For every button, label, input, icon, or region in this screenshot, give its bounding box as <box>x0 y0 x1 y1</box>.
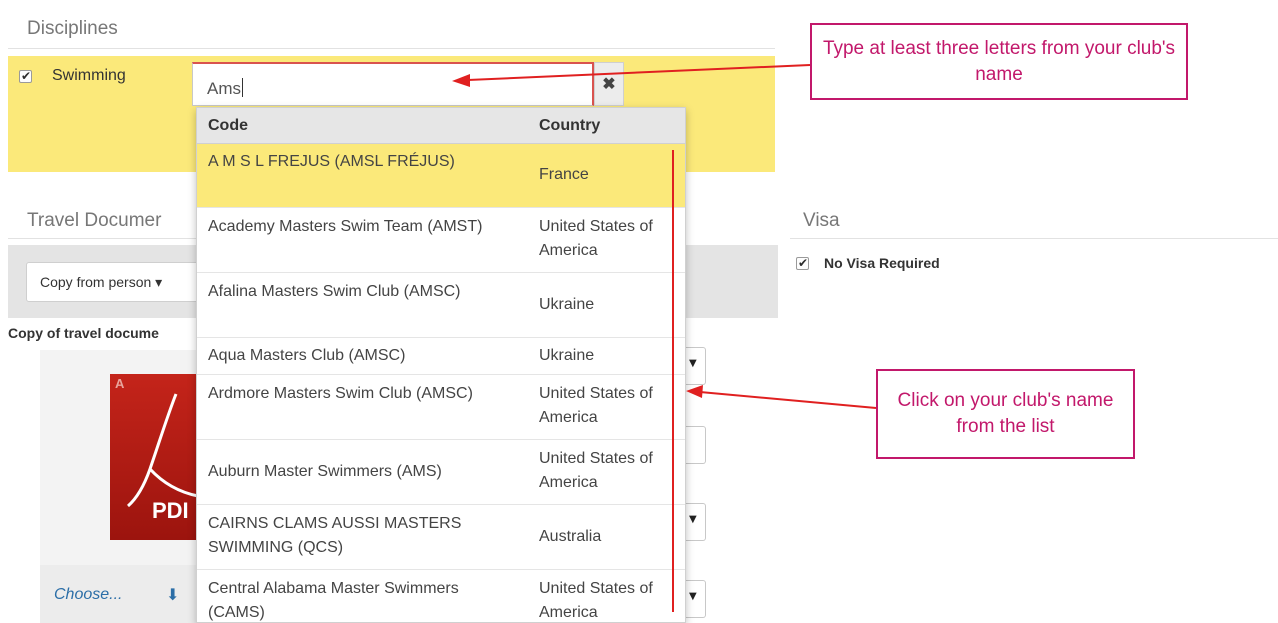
type-hint-arrow-line <box>467 64 811 81</box>
annotation-arrows <box>452 64 877 612</box>
click-hint-arrow-head <box>686 385 703 398</box>
type-hint-arrow-head <box>452 74 470 87</box>
click-hint-arrow-line <box>699 391 877 409</box>
